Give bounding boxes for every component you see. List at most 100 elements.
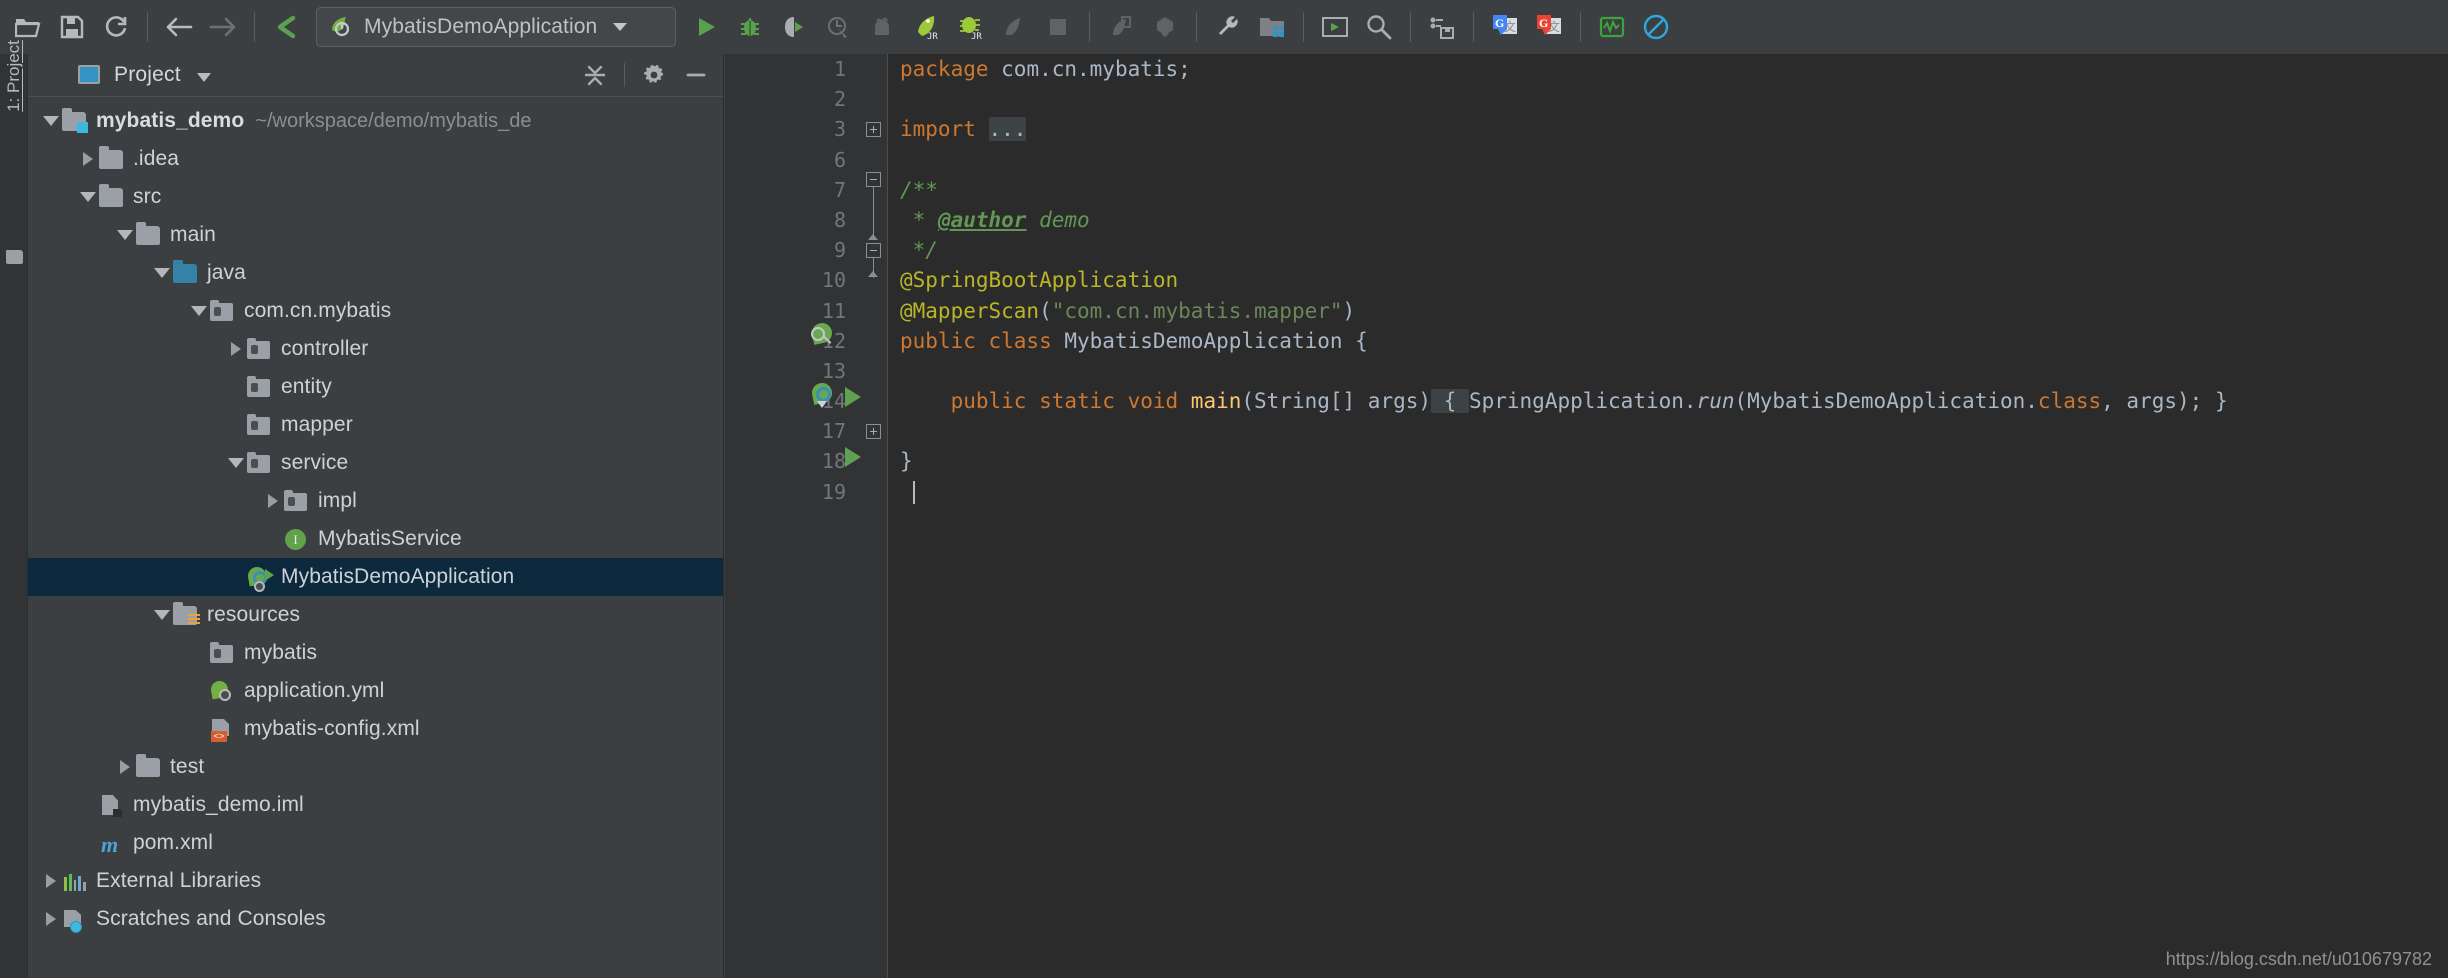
gear-icon[interactable] — [635, 59, 673, 91]
tree-node-service[interactable]: service — [28, 444, 723, 482]
chevron-down-icon[interactable] — [225, 452, 247, 474]
jrebel-debug-icon[interactable]: JR — [948, 5, 992, 49]
code-line[interactable]: public static void main(String[] args) {… — [888, 386, 2448, 416]
chevron-down-icon[interactable] — [40, 110, 62, 132]
attach-process-icon[interactable] — [860, 5, 904, 49]
code-line[interactable]: /** — [888, 175, 2448, 205]
hide-icon[interactable] — [677, 59, 715, 91]
tree-node-mybatis-demo[interactable]: mybatis_demo ~/workspace/demo/mybatis_de — [28, 102, 723, 140]
editor-scrollbar[interactable] — [2434, 54, 2448, 978]
chevron-down-icon[interactable] — [151, 604, 173, 626]
run-with-coverage-icon[interactable] — [772, 5, 816, 49]
tree-node-controller[interactable]: controller — [28, 330, 723, 368]
code-line[interactable] — [888, 416, 2448, 446]
forward-arrow-icon[interactable] — [201, 5, 245, 49]
chevron-down-icon[interactable] — [188, 300, 210, 322]
save-all-icon[interactable] — [50, 5, 94, 49]
tree-node-java[interactable]: java — [28, 254, 723, 292]
tree-node-impl[interactable]: impl — [28, 482, 723, 520]
gutter-line[interactable]: 14 — [725, 386, 860, 416]
tree-node-mybatisservice[interactable]: I MybatisService — [28, 520, 723, 558]
code-line[interactable]: public class MybatisDemoApplication { — [888, 326, 2448, 356]
run-gutter-icon-class[interactable] — [845, 387, 861, 407]
chevron-right-icon[interactable] — [40, 908, 62, 930]
update-app-icon[interactable] — [1099, 5, 1143, 49]
code-line[interactable]: package com.cn.mybatis; — [888, 54, 2448, 84]
tree-node-mapper[interactable]: mapper — [28, 406, 723, 444]
gutter-line[interactable]: 9 — [725, 235, 860, 265]
tree-node-scratches-and-consoles[interactable]: Scratches and Consoles — [28, 900, 723, 938]
stop-gradle-icon[interactable] — [992, 5, 1036, 49]
stop-icon[interactable] — [1036, 5, 1080, 49]
sync-refresh-icon[interactable] — [94, 5, 138, 49]
search-everywhere-icon[interactable] — [1357, 5, 1401, 49]
back-arrow-icon[interactable] — [157, 5, 201, 49]
tree-node-mybatis-config-xml[interactable]: <> mybatis-config.xml — [28, 710, 723, 748]
tree-node-entity[interactable]: entity — [28, 368, 723, 406]
last-edit-location-icon[interactable] — [264, 5, 308, 49]
run-icon[interactable] — [684, 5, 728, 49]
chevron-right-icon[interactable] — [40, 870, 62, 892]
fold-collapse-class-icon[interactable] — [866, 243, 881, 258]
code-line[interactable]: } — [888, 446, 2448, 476]
disable-icon[interactable] — [1634, 5, 1678, 49]
tree-node-application-yml[interactable]: application.yml — [28, 672, 723, 710]
tree-node-pom-xml[interactable]: m pom.xml — [28, 824, 723, 862]
run-gutter-icon-main[interactable] — [845, 447, 861, 467]
collapse-all-icon[interactable] — [576, 59, 614, 91]
profile-icon[interactable] — [816, 5, 860, 49]
tree-node-mybatisdemoapplication[interactable]: MybatisDemoApplication — [28, 558, 723, 596]
gutter-line[interactable]: 11 — [725, 296, 860, 326]
chevron-right-icon[interactable] — [77, 148, 99, 170]
spring-bean-class-gutter-icon[interactable] — [809, 381, 835, 408]
chevron-down-icon[interactable] — [151, 262, 173, 284]
code-line[interactable]: */ — [888, 235, 2448, 265]
tree-node-resources[interactable]: resources — [28, 596, 723, 634]
google-translate-blue-icon[interactable]: 文 G — [1483, 5, 1527, 49]
run-anything-icon[interactable] — [1313, 5, 1357, 49]
gutter-line[interactable]: 8 — [725, 205, 860, 235]
code-line[interactable] — [888, 356, 2448, 386]
fold-collapse-javadoc-icon[interactable] — [866, 172, 881, 187]
sidebar-item-project-tab[interactable]: 1: Project — [0, 28, 28, 124]
fold-expand-main-icon[interactable] — [866, 424, 881, 439]
monitor-graph-icon[interactable] — [1590, 5, 1634, 49]
gutter-line[interactable]: 13 — [725, 356, 860, 386]
jrebel-run-icon[interactable]: JR — [904, 5, 948, 49]
chevron-down-icon[interactable] — [196, 72, 211, 82]
code-line[interactable] — [888, 477, 2448, 507]
editor-fold-gutter[interactable] — [860, 54, 888, 978]
gutter-line[interactable]: 2 — [725, 84, 860, 114]
code-line[interactable]: * @author demo — [888, 205, 2448, 235]
gutter-line[interactable]: 6 — [725, 145, 860, 175]
import-module-icon[interactable] — [1143, 5, 1187, 49]
spring-bean-gutter-icon[interactable] — [809, 321, 835, 347]
gutter-line[interactable]: 12 — [725, 326, 860, 356]
save-layout-icon[interactable] — [1420, 5, 1464, 49]
settings-wrench-icon[interactable] — [1206, 5, 1250, 49]
editor-gutter[interactable]: 1 2 3 6 7 8 9 10 11 12 13 14 17 18 19 — [725, 54, 860, 978]
gutter-line[interactable]: 7 — [725, 175, 860, 205]
gutter-line[interactable]: 10 — [725, 265, 860, 295]
code-line[interactable] — [888, 84, 2448, 114]
chevron-down-icon[interactable] — [613, 23, 628, 31]
gutter-line[interactable]: 1 — [725, 54, 860, 84]
fold-expand-import-icon[interactable] — [866, 122, 881, 137]
tree-node-test[interactable]: test — [28, 748, 723, 786]
tree-node-idea[interactable]: .idea — [28, 140, 723, 178]
tree-node-mybatis-demo-iml[interactable]: mybatis_demo.iml — [28, 786, 723, 824]
project-structure-icon[interactable] — [1250, 5, 1294, 49]
tree-node-src[interactable]: src — [28, 178, 723, 216]
gutter-line[interactable]: 17 — [725, 416, 860, 446]
chevron-right-icon[interactable] — [114, 756, 136, 778]
code-line[interactable]: @MapperScan("com.cn.mybatis.mapper") — [888, 296, 2448, 326]
tree-node-com-cn-mybatis[interactable]: com.cn.mybatis — [28, 292, 723, 330]
code-line[interactable] — [888, 145, 2448, 175]
code-content[interactable]: package com.cn.mybatis; import ... /** *… — [888, 54, 2448, 978]
tree-node-mybatis[interactable]: mybatis — [28, 634, 723, 672]
code-line[interactable]: @SpringBootApplication — [888, 265, 2448, 295]
gutter-line[interactable]: 19 — [725, 477, 860, 507]
gutter-line[interactable]: 3 — [725, 114, 860, 144]
run-configuration-selector[interactable]: MybatisDemoApplication — [316, 7, 676, 47]
debug-icon[interactable] — [728, 5, 772, 49]
